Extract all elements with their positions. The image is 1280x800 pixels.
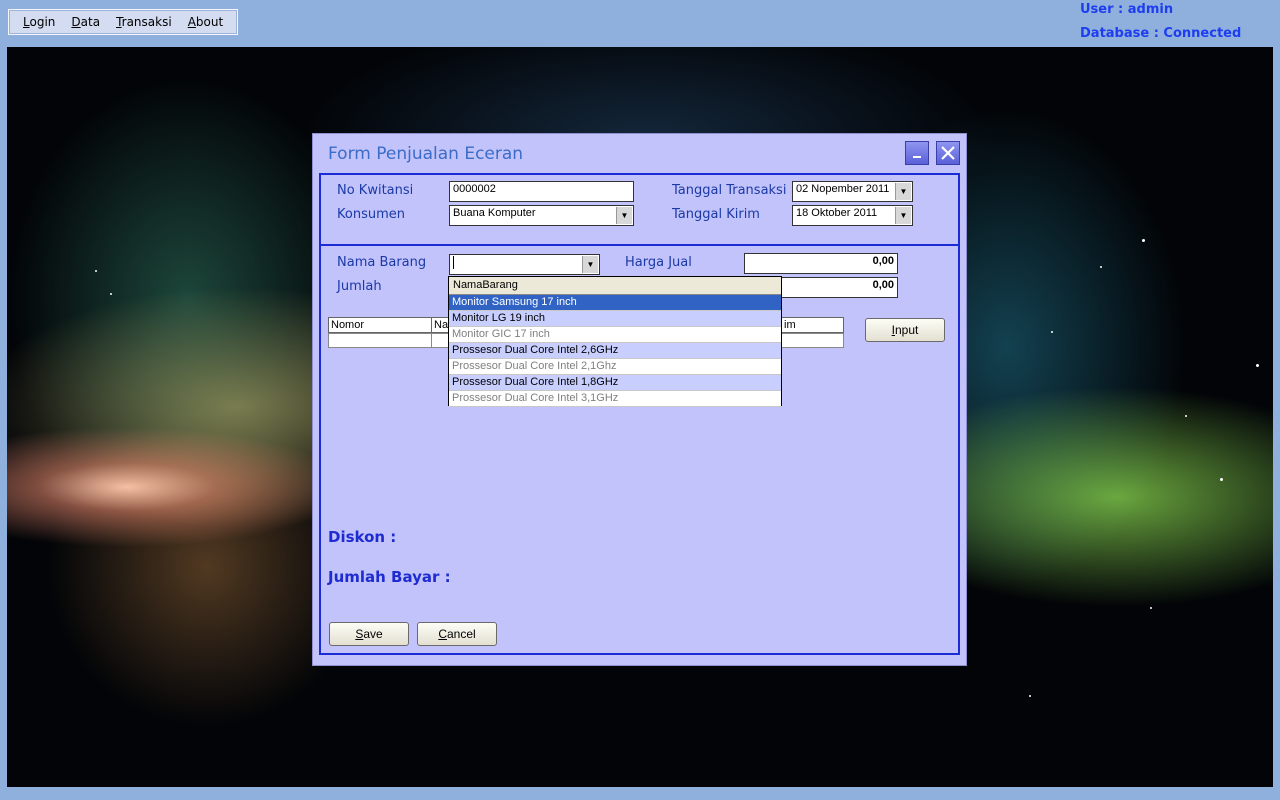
menu-data[interactable]: Data [71,15,100,29]
dropdown-item[interactable]: Prossesor Dual Core Intel 1,8GHz [449,375,781,391]
chevron-down-icon[interactable]: ▼ [895,183,911,200]
tanggal-transaksi-label: Tanggal Transaksi [672,183,787,198]
nama-barang-dropdown[interactable]: NamaBarang Monitor Samsung 17 inch Monito… [448,276,782,407]
jumlah-bayar-label: Jumlah Bayar : [328,568,451,586]
menu-data-key: D [71,15,81,29]
cancel-button-key: C [438,627,447,641]
input-button[interactable]: Input [865,318,945,342]
harga-jual-label: Harga Jual [625,255,692,270]
star [1150,607,1152,609]
grid-header-last[interactable]: im [781,317,844,333]
dropdown-item[interactable]: Monitor GIC 17 inch [449,327,781,343]
dropdown-item[interactable]: Monitor Samsung 17 inch [449,295,781,311]
harga-jual-field[interactable]: 0,00 [744,253,898,274]
no-kwitansi-field[interactable]: 0000002 [449,181,634,202]
menu-bar: Login Data Transaksi About [8,9,238,35]
nama-barang-label: Nama Barang [337,255,427,270]
star [1100,266,1102,268]
dropdown-item[interactable]: Monitor LG 19 inch [449,311,781,327]
dialog-title: Form Penjualan Eceran [328,144,524,164]
menu-transaksi-text: ransaksi [121,15,172,29]
konsumen-combo[interactable]: Buana Komputer ▼ [449,205,634,226]
menu-login[interactable]: Login [23,15,55,29]
star [1185,415,1187,417]
tanggal-transaksi-value: 02 Nopember 2011 [796,183,890,195]
minimize-button[interactable] [905,141,929,165]
tanggal-kirim-label: Tanggal Kirim [672,207,760,222]
minimize-icon [913,156,921,158]
text-cursor [453,256,454,269]
close-icon [941,146,955,160]
star [1029,695,1031,697]
tanggal-kirim-picker[interactable]: 18 Oktober 2011 ▼ [792,205,913,226]
menu-about-text: bout [195,15,224,29]
star [110,293,112,295]
dropdown-item[interactable]: Prossesor Dual Core Intel 2,1Ghz [449,359,781,375]
tanggal-kirim-value: 18 Oktober 2011 [796,207,878,219]
chevron-down-icon[interactable]: ▼ [895,207,911,224]
dropdown-list: Monitor Samsung 17 inch Monitor LG 19 inc… [449,295,781,407]
user-status: User : admin [1080,2,1174,17]
tanggal-transaksi-picker[interactable]: 02 Nopember 2011 ▼ [792,181,913,202]
star [1051,331,1053,333]
grid-divider [431,333,432,348]
input-button-text: nput [894,323,919,337]
no-kwitansi-label: No Kwitansi [337,183,414,198]
menu-transaksi[interactable]: Transaksi [116,15,172,29]
menu-about[interactable]: About [188,15,224,29]
close-button[interactable] [936,141,960,165]
konsumen-value: Buana Komputer [453,207,536,219]
jumlah-label: Jumlah [337,279,382,294]
save-button-text: ave [363,627,383,641]
save-button-key: S [355,627,364,641]
menu-data-text: ata [80,15,101,29]
menu-about-key: A [187,15,196,29]
database-status: Database : Connected [1080,26,1242,41]
dropdown-item[interactable]: Prossesor Dual Core Intel 3,1GHz [449,391,781,407]
star [95,270,97,272]
dropdown-header: NamaBarang [449,277,781,295]
menu-login-text: ogin [29,15,56,29]
star [1220,478,1223,481]
chevron-down-icon[interactable]: ▼ [616,207,632,224]
dropdown-item[interactable]: Prossesor Dual Core Intel 2,6GHz [449,343,781,359]
nama-barang-combo[interactable]: ▼ [449,254,600,275]
chevron-down-icon[interactable]: ▼ [582,256,598,273]
star [1142,239,1145,242]
cancel-button[interactable]: Cancel [417,622,497,646]
konsumen-label: Konsumen [337,207,405,222]
save-button[interactable]: Save [329,622,409,646]
diskon-label: Diskon : [328,528,397,546]
cancel-button-text: ancel [446,627,476,641]
grid-header-nomor[interactable]: Nomor [328,317,432,333]
star [1256,364,1259,367]
